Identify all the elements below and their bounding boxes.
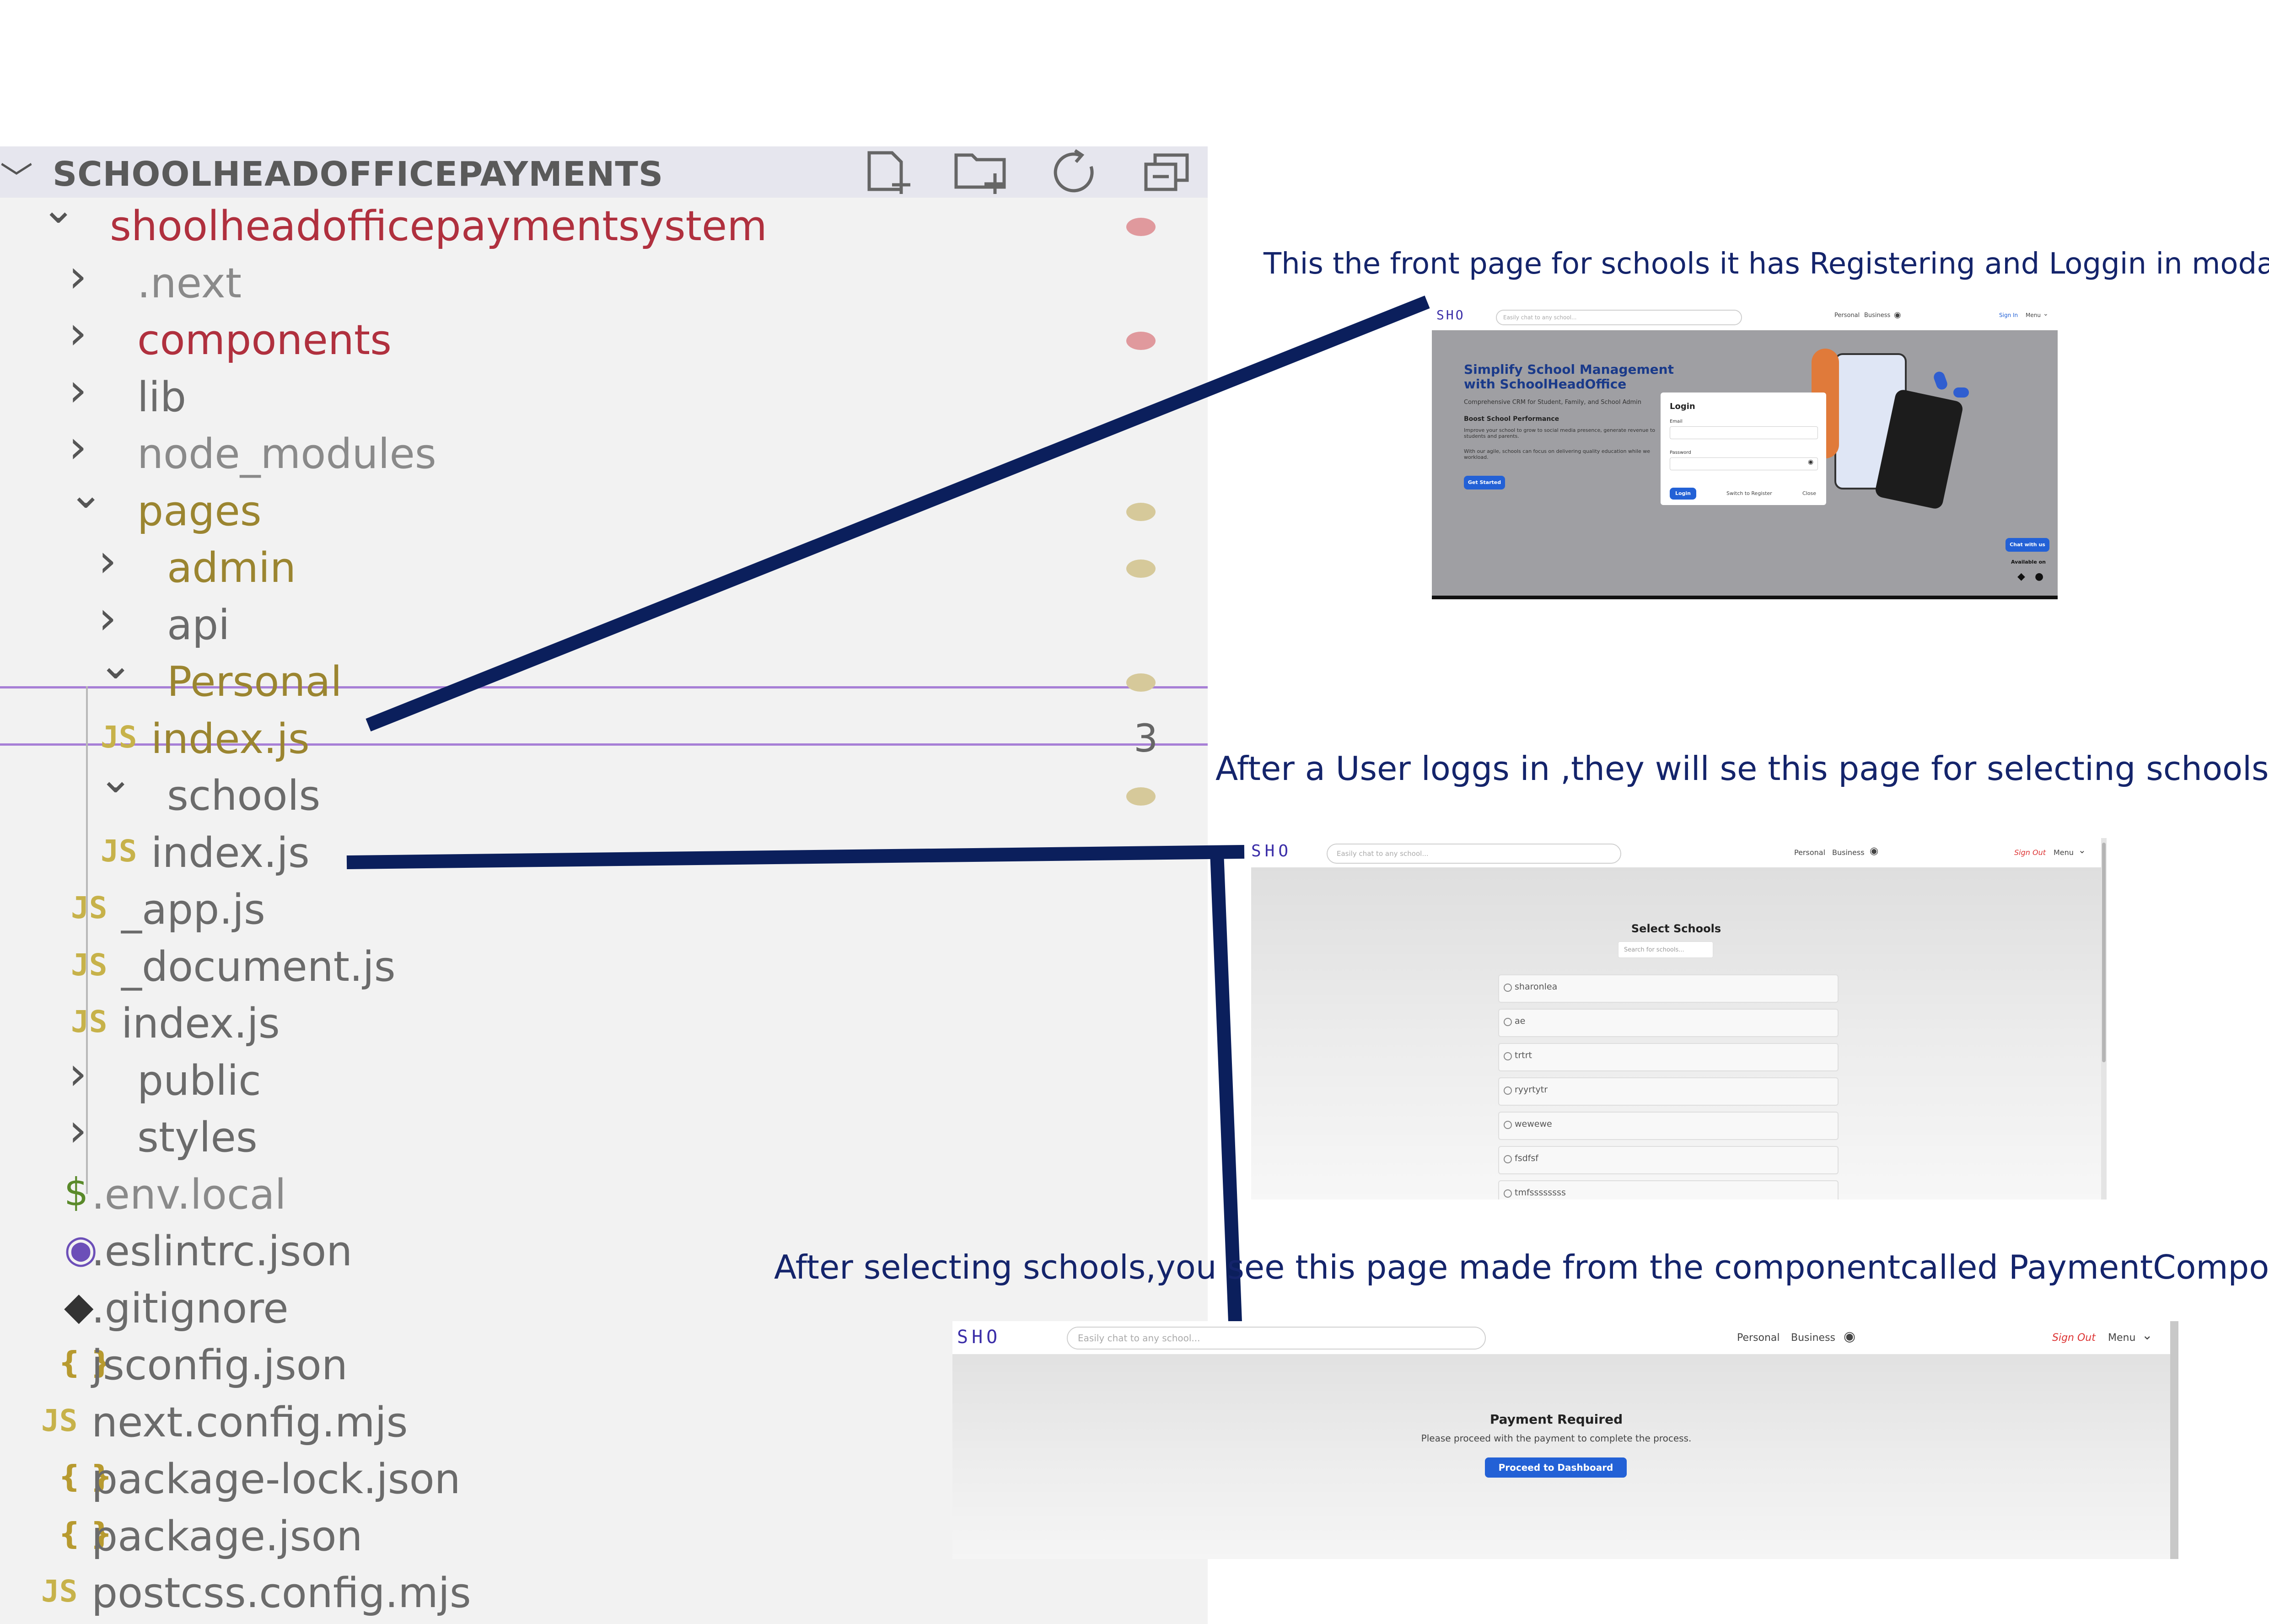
logo[interactable]: SHO <box>1436 307 1465 323</box>
logo[interactable]: SHO <box>957 1327 1001 1348</box>
menu-button[interactable]: Menu <box>2026 312 2041 318</box>
apple-icon[interactable]: ● <box>2035 571 2043 582</box>
menu-button[interactable]: Menu <box>2108 1332 2135 1344</box>
menu-button[interactable]: Menu <box>2054 848 2074 857</box>
connector-line-front-page <box>366 296 1430 731</box>
modal-title: Login <box>1670 402 1695 411</box>
top-navbar: SHO Easily chat to any school... Persona… <box>1432 303 2058 331</box>
scrollbar-thumb[interactable] <box>2102 843 2106 1062</box>
eye-icon[interactable]: ◉ <box>1844 1328 1855 1344</box>
sign-out-link[interactable]: Sign Out <box>2014 848 2046 857</box>
boost-title: Boost School Performance <box>1464 415 1559 423</box>
eye-icon[interactable]: ◉ <box>1894 310 1901 320</box>
password-label: Password <box>1670 450 1691 455</box>
screenshot-select-schools: SHO Easily chat to any school... Persona… <box>1251 838 2107 1199</box>
page-title: Select Schools <box>1631 922 1721 935</box>
chevron-down-icon[interactable]: ⌄ <box>2078 844 2086 855</box>
school-list-item[interactable]: ryyrtytr <box>1498 1077 1839 1106</box>
radio-button[interactable] <box>1504 1052 1512 1060</box>
annotation-payment: After selecting schools,you see this pag… <box>774 1248 2269 1286</box>
nav-personal[interactable]: Personal <box>1737 1332 1780 1344</box>
scrollbar[interactable] <box>2170 1321 2178 1559</box>
get-started-button[interactable]: Get Started <box>1464 476 1505 489</box>
school-name: fsdfsf <box>1515 1153 1538 1163</box>
close-button[interactable]: Close <box>1802 490 1816 496</box>
chevron-down-icon[interactable]: ⌄ <box>2142 1328 2152 1343</box>
switch-register-link[interactable]: Switch to Register <box>1726 490 1772 496</box>
top-navbar: SHO Easily chat to any school... Persona… <box>1251 838 2107 867</box>
scrollbar[interactable] <box>2101 838 2107 1199</box>
radio-button[interactable] <box>1504 984 1512 992</box>
login-button[interactable]: Login <box>1670 488 1696 500</box>
radio-button[interactable] <box>1504 1086 1512 1095</box>
school-list-item[interactable]: sharonlea <box>1498 974 1839 1003</box>
search-input[interactable]: Easily chat to any school... <box>1496 310 1742 325</box>
school-list-item[interactable]: tmfssssssss <box>1498 1180 1839 1199</box>
proceed-to-dashboard-button[interactable]: Proceed to Dashboard <box>1485 1457 1627 1478</box>
school-list-item[interactable]: trtrt <box>1498 1043 1839 1071</box>
payment-subtitle: Please proceed with the payment to compl… <box>1421 1433 1692 1444</box>
school-list-item[interactable]: fsdfsf <box>1498 1146 1839 1174</box>
school-name: ae <box>1515 1016 1526 1026</box>
nav-personal[interactable]: Personal <box>1834 312 1860 319</box>
nav-personal[interactable]: Personal <box>1794 848 1825 857</box>
screenshot-front-page: SHO Easily chat to any school... Persona… <box>1432 303 2058 599</box>
hero-subtitle: Comprehensive CRM for Student, Family, a… <box>1464 399 1642 406</box>
logo[interactable]: SHO <box>1251 842 1292 860</box>
eye-icon[interactable]: ◉ <box>1808 458 1813 466</box>
boost-text-1: Improve your school to grow to social me… <box>1464 427 1656 439</box>
school-name: sharonlea <box>1515 982 1558 992</box>
chevron-down-icon[interactable]: ⌄ <box>2043 310 2049 317</box>
email-label: Email <box>1670 419 1683 424</box>
annotation-front-page: This the front page for schools it has R… <box>1264 247 2269 281</box>
nav-business[interactable]: Business <box>1791 1332 1835 1344</box>
search-input[interactable]: Easily chat to any school... <box>1067 1327 1486 1350</box>
radio-button[interactable] <box>1504 1018 1512 1026</box>
boost-text-2: With our agile, schools can focus on del… <box>1464 448 1651 460</box>
school-name: tmfssssssss <box>1515 1188 1566 1198</box>
radio-button[interactable] <box>1504 1189 1512 1198</box>
sign-in-link[interactable]: Sign In <box>1999 312 2018 318</box>
nav-business[interactable]: Business <box>1864 312 1890 319</box>
nav-business[interactable]: Business <box>1832 848 1865 857</box>
password-field[interactable] <box>1670 457 1818 470</box>
screenshot-payment: SHO Easily chat to any school... Persona… <box>952 1321 2178 1559</box>
available-on-label: Available on <box>2011 559 2046 565</box>
connector-line-select-schools <box>346 845 1245 869</box>
school-list-item[interactable]: ae <box>1498 1009 1839 1037</box>
payment-title: Payment Required <box>1489 1412 1623 1427</box>
decor-shape <box>1953 387 1969 398</box>
bottom-bar <box>1432 596 2058 599</box>
radio-button[interactable] <box>1504 1121 1512 1129</box>
school-name: trtrt <box>1515 1050 1532 1060</box>
email-field[interactable] <box>1670 426 1818 439</box>
radio-button[interactable] <box>1504 1155 1512 1163</box>
sign-out-link[interactable]: Sign Out <box>2052 1332 2096 1344</box>
search-input[interactable]: Easily chat to any school... <box>1327 844 1621 864</box>
search-schools-input[interactable]: Search for schools... <box>1618 941 1713 958</box>
eye-icon[interactable]: ◉ <box>1870 845 1878 857</box>
top-navbar: SHO Easily chat to any school... Persona… <box>952 1321 2178 1354</box>
login-modal: Login Email Password ◉ Login Switch to R… <box>1661 393 1826 505</box>
annotation-select-schools: After a User loggs in ,they will se this… <box>1215 749 2269 788</box>
hero-title: Simplify School Management with SchoolHe… <box>1464 362 1674 392</box>
chat-button[interactable]: Chat with us <box>2006 538 2049 552</box>
school-name: ryyrtytr <box>1515 1085 1548 1095</box>
school-name: wewewe <box>1515 1119 1552 1129</box>
android-icon[interactable]: ◆ <box>2017 571 2025 582</box>
school-list-item[interactable]: wewewe <box>1498 1112 1839 1140</box>
